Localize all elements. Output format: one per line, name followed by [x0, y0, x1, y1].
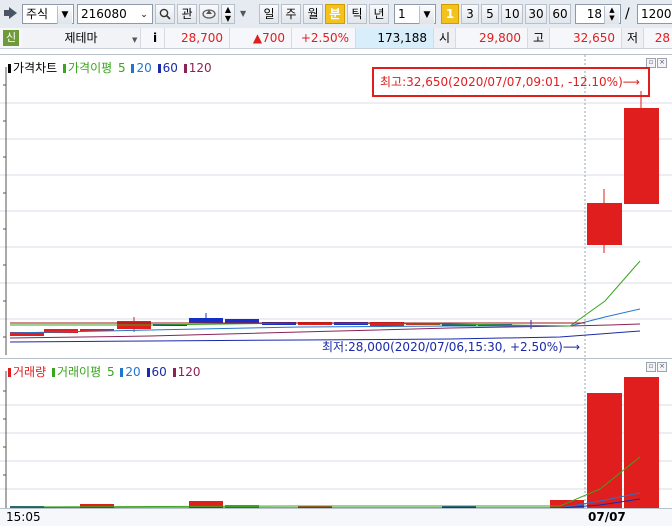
high-value: 32,650: [550, 28, 622, 48]
volume-bar: [624, 377, 659, 509]
low-label: 저: [622, 28, 644, 48]
chevron-down-icon[interactable]: ▼: [419, 6, 434, 24]
range-spinner[interactable]: ▲ ▼: [604, 6, 619, 24]
open-label: 시: [434, 28, 456, 48]
change-rate: +2.50%: [292, 28, 356, 48]
toolbar: 주식 ▼ 216080 ⌄ 관 ▲ ▼ ▼ 일 주 월 분 틱 년 1 ▼ 1 3…: [0, 0, 672, 29]
volume-bar: [587, 393, 622, 509]
price-chart-canvas: [0, 55, 672, 359]
minute-60-button[interactable]: 60: [549, 4, 571, 24]
search-button[interactable]: [155, 4, 175, 24]
candle: [624, 108, 659, 204]
minute-5-button[interactable]: 5: [481, 4, 499, 24]
dropdown-arrow-icon[interactable]: ▼: [240, 9, 246, 18]
axis-right-date: 07/07: [588, 510, 626, 524]
market-type-label: 주식: [26, 7, 49, 21]
range-total-input[interactable]: 1200: [637, 4, 672, 24]
chevron-down-icon[interactable]: ⌄: [137, 6, 151, 24]
time-axis: 15:05 07/07: [0, 508, 672, 526]
period-year-button[interactable]: 년: [369, 4, 389, 24]
period-day-button[interactable]: 일: [259, 4, 279, 24]
link-icon: [202, 9, 216, 19]
range-current-value: 18: [586, 7, 602, 21]
low-annotation: 최저:28,000(2020/07/06,15:30, +2.50%)⟶: [322, 340, 581, 354]
ma-5-line: [10, 260, 641, 327]
interval-value: 1: [398, 7, 406, 21]
link-button[interactable]: [199, 4, 219, 24]
grid-lines: [0, 55, 672, 359]
grid-lines: [0, 359, 672, 509]
candle: [225, 319, 259, 323]
interval-select[interactable]: 1 ▼: [394, 4, 436, 24]
market-type-select[interactable]: 주식 ▼: [22, 4, 74, 24]
theme-label[interactable]: 제테마: [22, 28, 141, 48]
period-tick-button[interactable]: 틱: [347, 4, 367, 24]
low-value: 28: [654, 31, 670, 45]
range-current-input[interactable]: 18 ▲ ▼: [575, 4, 621, 24]
range-total-value: 1200: [641, 7, 672, 21]
stock-code-input[interactable]: 216080 ⌄: [77, 4, 153, 24]
info-button[interactable]: i: [146, 28, 165, 48]
minute-1-button[interactable]: 1: [441, 4, 459, 24]
period-week-button[interactable]: 주: [281, 4, 301, 24]
stock-code-value: 216080: [81, 7, 127, 21]
vol-ma-5-line: [9, 456, 641, 508]
range-separator: /: [625, 6, 630, 22]
price-change: ▲700: [230, 28, 292, 48]
price-info-bar: 신 제테마 ▼ i 28,700 ▲700 +2.50% 173,188 시 2…: [0, 28, 672, 49]
volume-value: 173,188: [356, 28, 434, 48]
high-label: 고: [528, 28, 550, 48]
up-down-spinner[interactable]: ▲ ▼: [221, 4, 235, 24]
period-month-button[interactable]: 월: [303, 4, 323, 24]
chevron-down-icon[interactable]: ▼: [57, 6, 72, 24]
price-chart-panel[interactable]: 가격차트 가격이평 5 20 60 120 ▫ × 최고:32,650(2020…: [0, 54, 672, 359]
theme-dropdown-icon[interactable]: ▼: [132, 36, 137, 44]
candle: [587, 203, 622, 245]
current-price: 28,700: [166, 28, 230, 48]
minute-10-button[interactable]: 10: [501, 4, 523, 24]
minute-30-button[interactable]: 30: [525, 4, 547, 24]
open-value: 29,800: [456, 28, 528, 48]
search-icon: [159, 8, 171, 20]
interest-button[interactable]: 관: [177, 4, 197, 24]
axis-left-time: 15:05: [6, 510, 41, 524]
period-minute-button[interactable]: 분: [325, 4, 345, 24]
menu-toggle-icon[interactable]: [4, 7, 18, 19]
high-annotation: 최고:32,650(2020/07/07,09:01, -12.10%)⟶: [372, 67, 650, 97]
volume-chart-canvas: [0, 359, 672, 509]
new-badge: 신: [3, 30, 19, 46]
scale-ticks: [3, 371, 7, 509]
volume-chart-panel[interactable]: 거래량 거래이평 5 20 60 120 ▫ ×: [0, 358, 672, 509]
minute-3-button[interactable]: 3: [461, 4, 479, 24]
